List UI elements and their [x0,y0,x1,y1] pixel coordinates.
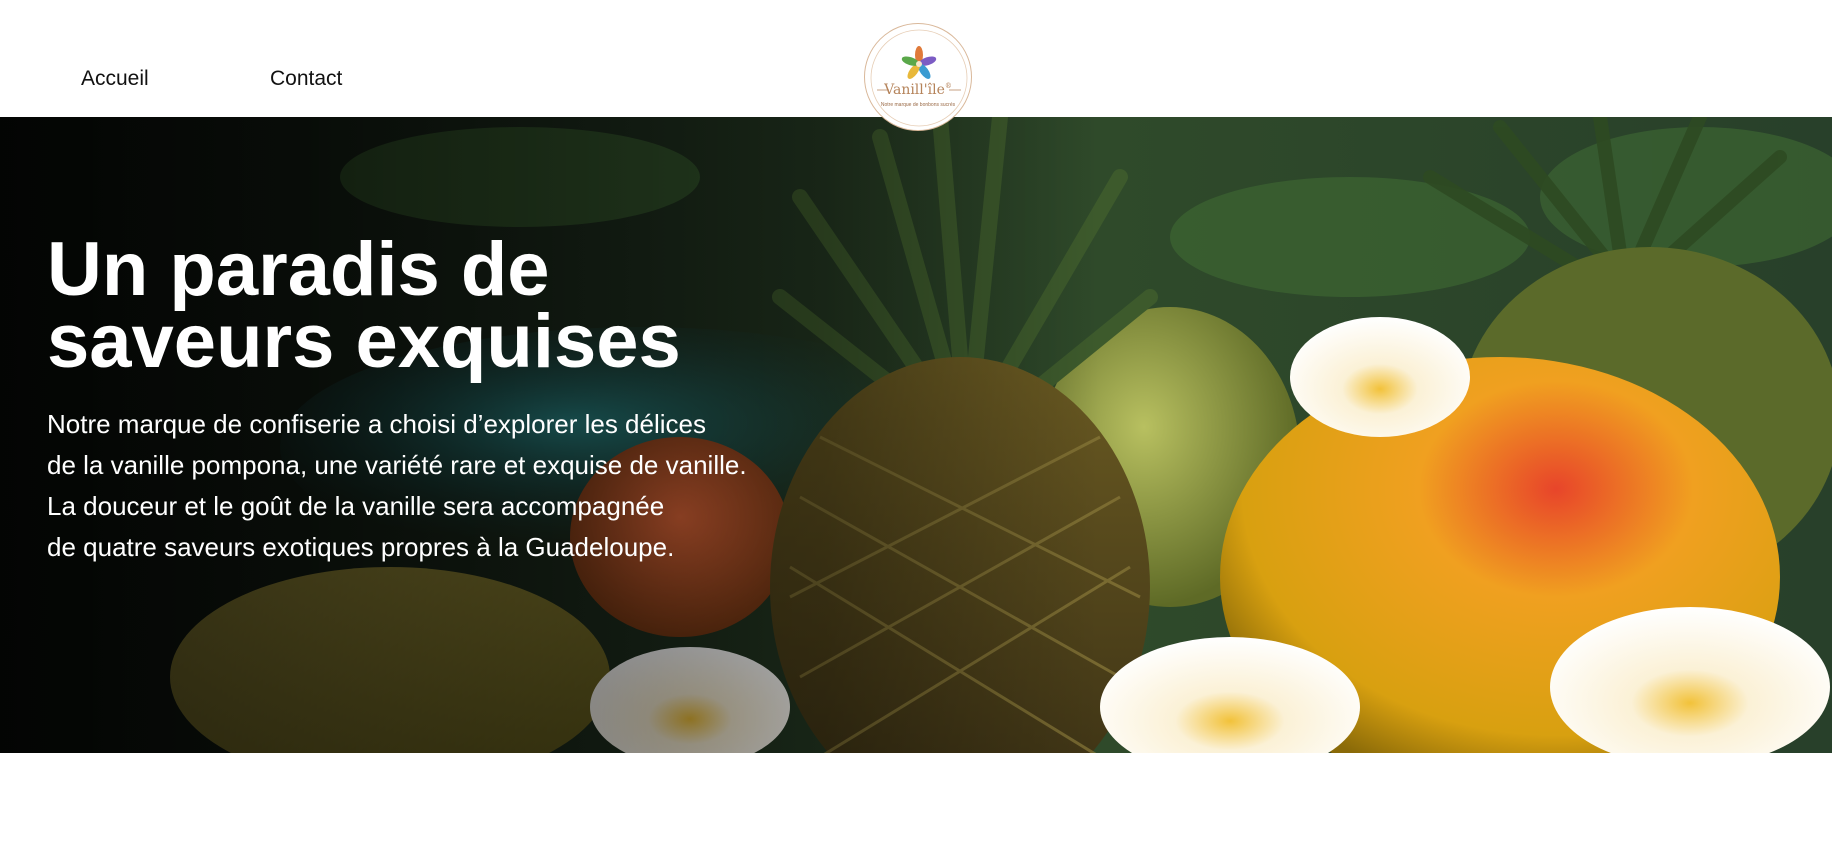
logo-wordmark: Vanill'île® [865,82,971,98]
hero-title-line: saveurs exquises [47,299,681,384]
hero-title: Un paradis de saveurs exquises [47,232,947,380]
logo-tagline: Notre marque de bonbons sucrés [880,102,956,108]
flower-icon [870,29,968,127]
hero-text-line: de la vanille pompona, une variété rare … [47,450,747,480]
hero-text-line: La douceur et le goût de la vanille sera… [47,491,665,521]
brand-logo[interactable]: Vanill'île® Notre marque de bonbons sucr… [864,23,972,131]
logo-name-text: Vanill'île [884,82,945,98]
hero-text-line: de quatre saveurs exotiques propres à la… [47,532,675,562]
hero-description: Notre marque de confiserie a choisi d’ex… [47,404,907,568]
logo-registered-mark: ® [944,82,952,90]
hero-banner: Un paradis de saveurs exquises Notre mar… [0,117,1832,753]
nav-link-accueil[interactable]: Accueil [81,66,149,91]
nav-link-contact[interactable]: Contact [270,66,342,91]
hero-text-line: Notre marque de confiserie a choisi d’ex… [47,409,706,439]
